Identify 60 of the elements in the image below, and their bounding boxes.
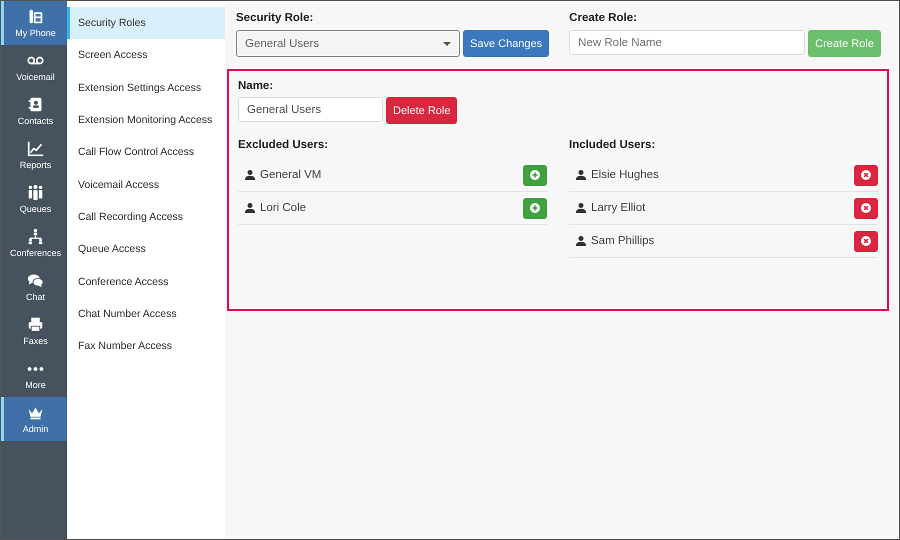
user-name: Elsie Hughes [591,169,660,181]
chat-bubbles-icon [27,272,44,289]
close-circle-icon [861,203,871,213]
more-icon [27,366,44,372]
caret-icon [443,42,451,46]
user-icon [245,203,255,213]
submenu-item[interactable]: Extension Settings Access [67,72,225,104]
delete-role-button[interactable]: Delete Role [386,97,458,124]
desk-phone-icon [27,8,44,25]
hierarchy-icon [27,228,44,245]
plus-circle-icon [530,170,540,180]
submenu-item[interactable]: Call Recording Access [67,200,225,234]
user-name: Larry Elliot [591,202,646,214]
user-name: General VM [260,169,322,181]
remove-user-button[interactable] [854,164,878,186]
user-name: Sam Phillips [591,235,656,247]
submenu-item[interactable]: Chat Number Access [67,298,225,330]
name-input[interactable]: General Users [238,97,383,122]
add-user-button[interactable] [523,198,547,218]
field-label: Create Role: [569,12,638,24]
nav-item[interactable]: Chat [1,265,67,309]
nav-item[interactable]: Conferences [1,221,67,265]
list-heading: Included Users: [569,139,656,151]
nav-item[interactable]: Contacts [1,89,67,133]
submenu-item[interactable]: Security Roles [67,7,225,40]
users-icon [27,184,44,201]
user-icon [245,170,255,180]
role-dropdown[interactable]: General Users [236,30,460,57]
printer-icon [27,316,44,333]
close-circle-icon [861,170,871,180]
remove-user-button[interactable] [854,230,878,252]
submenu-item[interactable]: Extension Monitoring Access [67,104,225,136]
submenu-item[interactable]: Call Flow Control Access [67,136,225,168]
list-heading: Excluded Users: [238,139,330,151]
close-circle-icon [861,236,871,246]
nav-item[interactable]: Faxes [1,309,67,353]
nav-item[interactable]: Admin [1,397,67,441]
nav-item[interactable]: Voicemail [1,45,67,89]
user-icon [576,236,586,246]
remove-user-button[interactable] [854,198,878,218]
user-icon [576,203,586,213]
address-book-icon [27,96,44,113]
user-icon [576,170,586,180]
field-label: Name: [238,80,274,92]
save-changes-button[interactable]: Save Changes [463,30,550,57]
plus-circle-icon [530,203,540,213]
nav-item[interactable]: Reports [1,133,67,177]
field-label: Security Role: [236,12,314,24]
nav-item[interactable]: My Phone [1,1,67,45]
user-name: Lori Cole [260,202,308,214]
add-user-button[interactable] [523,164,547,186]
submenu-item[interactable]: Queue Access [67,233,225,266]
submenu-item[interactable]: Screen Access [67,39,225,72]
submenu-item[interactable]: Conference Access [67,265,225,298]
submenu-item[interactable]: Fax Number Access [67,330,225,362]
nav-item[interactable]: Queues [1,177,67,221]
nav-item[interactable]: More [1,353,67,397]
submenu-item[interactable]: Voicemail Access [67,168,225,201]
role-name-input[interactable]: New Role Name [569,30,806,55]
line-chart-icon [27,140,44,157]
